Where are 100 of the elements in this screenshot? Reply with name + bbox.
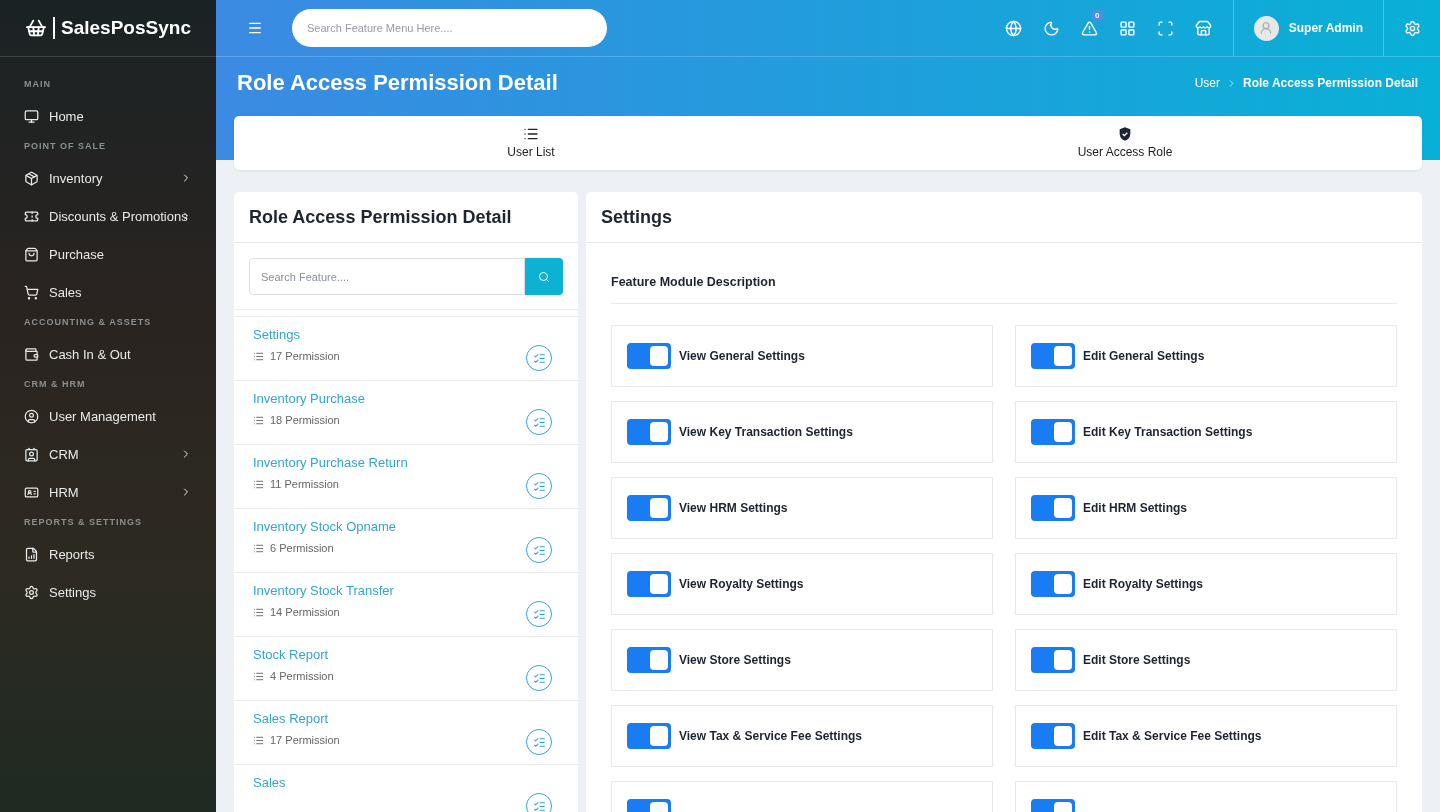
toggle-switch[interactable]: [627, 571, 671, 597]
permission-count: 18 Permission: [270, 414, 340, 426]
search-button[interactable]: [525, 258, 563, 295]
toggle-switch[interactable]: [1031, 723, 1075, 749]
sidebar-item[interactable]: Sales: [0, 273, 216, 311]
list-icon: [253, 478, 264, 490]
checklist-button[interactable]: [526, 729, 552, 755]
toggle-switch[interactable]: [1031, 343, 1075, 369]
sidebar-item[interactable]: Purchase: [0, 235, 216, 273]
permission-count: 17 Permission: [270, 350, 340, 362]
breadcrumb-item: Role Access Permission Detail: [1243, 76, 1418, 90]
store-icon: [1195, 19, 1213, 37]
search-field[interactable]: Search Feature....: [249, 258, 525, 295]
permission-label: View General Settings: [679, 349, 805, 363]
toggle-switch[interactable]: [627, 495, 671, 521]
sidebar-item[interactable]: Settings: [0, 573, 216, 611]
sidebar-item[interactable]: Discounts & Promotions: [0, 197, 216, 235]
checklist-button[interactable]: [526, 409, 552, 435]
permission-label: View Royalty Settings: [679, 577, 804, 591]
toggle-switch[interactable]: [627, 343, 671, 369]
checklist-button[interactable]: [526, 793, 552, 812]
feature-name: Inventory Stock Opname: [253, 519, 398, 534]
permission-count: 14 Permission: [270, 606, 340, 618]
sidebar-item-icon: [24, 446, 39, 462]
sidebar-item[interactable]: Reports: [0, 535, 216, 573]
sidebar-section-label: REPORTS & SETTINGS: [23, 516, 143, 529]
permission-label: Edit General Settings: [1083, 349, 1205, 363]
feature-item[interactable]: Sales Report 17 Permission: [234, 700, 578, 764]
feature-item[interactable]: Inventory Purchase 18 Permission: [234, 380, 578, 444]
sidebar-item-icon: [24, 108, 39, 124]
permission-label: View Store Settings: [679, 653, 791, 667]
permission-label: Edit Key Transaction Settings: [1083, 425, 1253, 439]
feature-name: Inventory Purchase Return: [253, 455, 409, 470]
permission-label: View Tax & Service Fee Settings: [679, 729, 862, 743]
toggle-switch[interactable]: [1031, 495, 1075, 521]
feature-name: Inventory Purchase: [253, 391, 366, 406]
list-icon: [253, 670, 264, 682]
permission-label: Edit HRM Settings: [1083, 501, 1187, 515]
warning-icon: [1081, 19, 1099, 37]
toggle-switch[interactable]: [1031, 419, 1075, 445]
feature-name: Settings: [253, 327, 301, 342]
sidebar-section-label: MAIN: [23, 78, 52, 91]
list-icon: [253, 606, 264, 618]
checklist-icon: [532, 607, 546, 621]
list-icon: [253, 350, 264, 362]
feature-item[interactable]: Inventory Purchase Return 11 Permission: [234, 444, 578, 508]
toggle-switch[interactable]: [627, 723, 671, 749]
checklist-button[interactable]: [526, 473, 552, 499]
sidebar-item[interactable]: Home: [0, 97, 216, 135]
feature-name: Inventory Stock Transfer: [253, 583, 395, 598]
sidebar-item[interactable]: User Management: [0, 397, 216, 435]
shield-icon: [1117, 125, 1133, 142]
sidebar-section-label: POINT OF SALE: [23, 140, 107, 153]
permission-count: 17 Permission: [270, 734, 340, 746]
fullscreen-icon: [1157, 19, 1175, 37]
brand-name: SalesPosSync: [53, 17, 191, 39]
panel-title: Settings: [601, 206, 672, 228]
permission-label: Edit Royalty Settings: [1083, 577, 1204, 591]
permission-label: View Key Transaction Settings: [679, 425, 853, 439]
tab[interactable]: User Access Role: [828, 116, 1422, 170]
sidebar-item-icon: [24, 284, 39, 300]
list-icon: [253, 734, 264, 746]
page-title: Role Access Permission Detail: [237, 70, 558, 96]
cart-icon: [25, 17, 48, 39]
sidebar-item[interactable]: CRM: [0, 435, 216, 473]
feature-item[interactable]: Inventory Stock Opname 6 Permission: [234, 508, 578, 572]
checklist-icon: [532, 415, 546, 429]
tab[interactable]: User List: [234, 116, 828, 170]
feature-item[interactable]: Inventory Stock Transfer 14 Permission: [234, 572, 578, 636]
checklist-button[interactable]: [526, 537, 552, 563]
feature-name: Stock Report: [253, 647, 330, 662]
section-heading: Feature Module Description: [611, 243, 1397, 304]
search-field[interactable]: Search Feature Menu Here....: [292, 9, 607, 47]
checklist-icon: [532, 351, 546, 365]
checklist-button[interactable]: [526, 665, 552, 691]
grid-icon: [1119, 19, 1137, 37]
sidebar-item-icon: [24, 408, 39, 424]
checklist-icon: [532, 735, 546, 749]
globe-icon: [1005, 19, 1023, 37]
sidebar-item-icon: [24, 584, 39, 600]
sidebar-item[interactable]: Inventory: [0, 159, 216, 197]
checklist-button[interactable]: [526, 345, 552, 371]
toggle-switch[interactable]: [1031, 647, 1075, 673]
search-icon: [538, 270, 550, 283]
sidebar-section-label: ACCOUNTING & ASSETS: [23, 316, 153, 329]
sidebar-item-icon: [24, 170, 39, 186]
permission-count: 4 Permission: [270, 670, 334, 682]
list-icon: [253, 542, 264, 554]
sidebar-item[interactable]: Cash In & Out: [0, 335, 216, 373]
feature-item[interactable]: Stock Report 4 Permission: [234, 636, 578, 700]
toggle-switch[interactable]: [627, 419, 671, 445]
toggle-switch[interactable]: [627, 647, 671, 673]
checklist-button[interactable]: [526, 601, 552, 627]
toggle-switch[interactable]: [1031, 571, 1075, 597]
sidebar-item-icon: [24, 246, 39, 262]
checklist-icon: [532, 479, 546, 493]
feature-item[interactable]: Settings 17 Permission: [234, 316, 578, 380]
menu-icon: [247, 20, 263, 36]
sidebar-item[interactable]: HRM: [0, 473, 216, 511]
permission-label: Edit Tax & Service Fee Settings: [1083, 729, 1262, 743]
